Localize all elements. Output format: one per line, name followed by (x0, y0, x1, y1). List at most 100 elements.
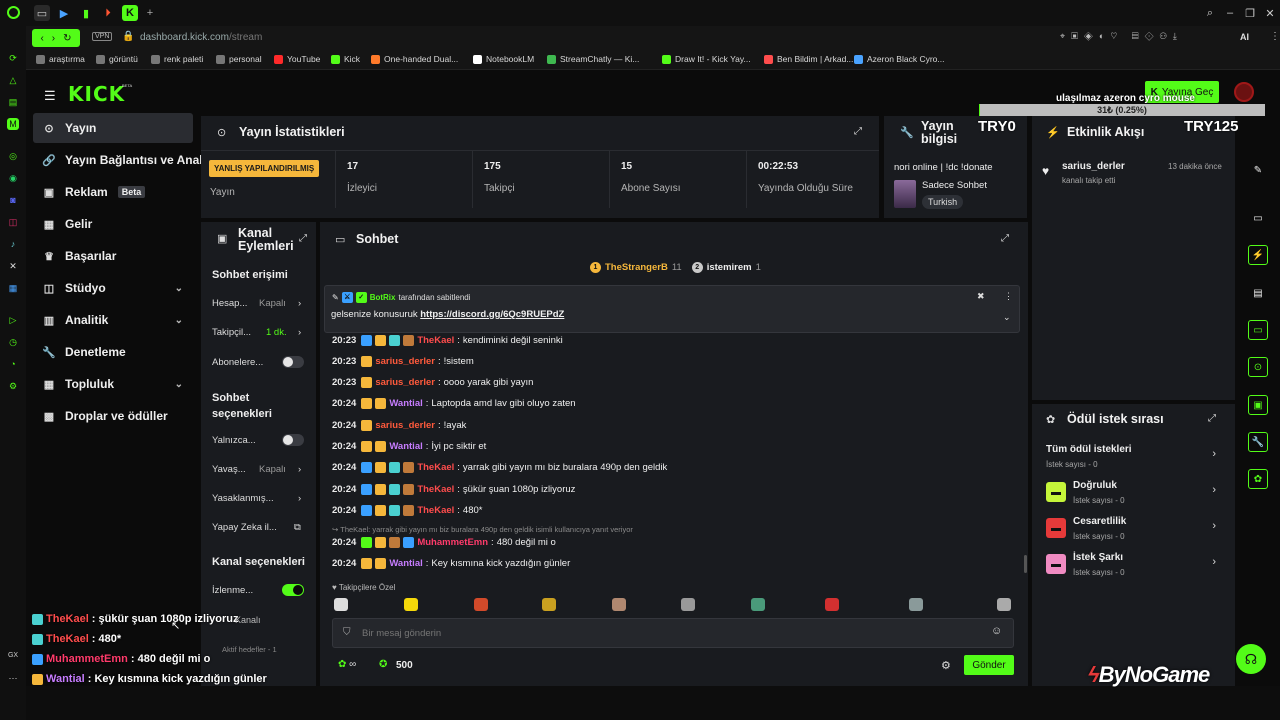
vpn-badge[interactable]: VPN (92, 32, 113, 41)
chat-message[interactable]: 20:24 TheKael: yarrak gibi yayın mı biz bu… (332, 462, 667, 473)
reward-item-truth[interactable]: ▬ Doğruluk İstek sayısı - 0 › (1046, 478, 1226, 508)
bluesky-icon[interactable]: ▦ (7, 282, 19, 294)
option-slow-mode[interactable]: Yavaş... Kapalı › (212, 464, 306, 475)
option-ai-moderation[interactable]: Yapay Zeka il... ⧉ (212, 522, 306, 533)
hamburger-icon[interactable]: ☰ (44, 88, 56, 104)
send-button[interactable]: Gönder (964, 655, 1014, 675)
message-user[interactable]: TheKael (417, 335, 454, 346)
close-window-icon[interactable]: ✕ (1262, 5, 1278, 21)
expand-actions-icon[interactable]: ⤢ (299, 233, 307, 244)
reward-item-song[interactable]: ▬ İstek Şarkı İstek sayısı - 0 › (1046, 550, 1226, 580)
search-icon[interactable]: ⌕ (1202, 5, 1218, 21)
opera-logo-icon[interactable] (7, 6, 20, 19)
emote-icon[interactable] (334, 598, 348, 611)
expand-reward-icon[interactable]: ⤢ (1208, 413, 1216, 424)
gifter-name[interactable]: istemirem (707, 262, 752, 273)
message-user[interactable]: Wantial (389, 398, 422, 409)
emote-icon[interactable] (474, 598, 488, 611)
option-subscribers-only[interactable]: Abonelere... (212, 357, 263, 368)
forward-icon[interactable]: › (52, 33, 55, 44)
bookmark-item[interactable]: Ben Bildim | Arkad... (764, 54, 853, 64)
profile-avatar[interactable] (1234, 82, 1254, 102)
workspace-icon[interactable]: ▤ (7, 96, 19, 108)
expand-stats-icon[interactable]: ⤢ (854, 126, 862, 137)
nav-item-2[interactable]: ▣ Reklam Beta (33, 177, 193, 207)
chat-message[interactable]: 20:24 Wantial: Key kısmına kick yazdığın g… (332, 558, 570, 569)
whatsapp-icon[interactable]: ◉ (7, 172, 19, 184)
option-banned-words[interactable]: Yasaklanmış... › (212, 493, 306, 504)
option-followers-only[interactable]: Takipçil... 1 dk. › (212, 327, 306, 338)
pinned-menu-icon[interactable]: ⋮ (1004, 291, 1013, 302)
pinned-link[interactable]: https://discord.gg/6Qc9RUEPdZ (420, 309, 564, 320)
emote-icon[interactable] (751, 598, 765, 611)
support-icon[interactable]: ☊ (1236, 644, 1266, 674)
info-toolbar-icon[interactable]: 🔧 (1248, 432, 1268, 452)
nav-item-8[interactable]: ▦ Topluluk ⌄ (33, 369, 193, 399)
reload-icon[interactable]: ↻ (63, 33, 71, 44)
nav-item-4[interactable]: ♛ Başarılar (33, 241, 193, 271)
new-tab-icon[interactable]: + (142, 5, 158, 21)
speed-dial-icon[interactable]: ⟳ (7, 52, 19, 64)
tiktok-icon[interactable]: ♪ (7, 238, 19, 250)
emote-icon[interactable] (997, 598, 1011, 611)
gifter-name[interactable]: TheStrangerB (605, 262, 668, 273)
m-app-icon[interactable]: M (7, 118, 19, 130)
chevron-down-icon[interactable]: ⌄ (1003, 312, 1011, 323)
gx-icon[interactable]: GX (7, 650, 19, 662)
channel-points-value[interactable]: 500 (396, 660, 413, 671)
emote-icon[interactable] (681, 598, 695, 611)
chat-message[interactable]: 20:24 TheKael: şükür şuan 1080p izliyoruz (332, 484, 575, 495)
minimize-icon[interactable]: – (1222, 5, 1238, 21)
emote-icon[interactable] (909, 598, 923, 611)
bookmark-item[interactable]: One-handed Dual... (371, 54, 458, 64)
moderation-tools-icon[interactable]: ✿ ∞ (338, 659, 356, 670)
notes-icon[interactable]: ▤ (1248, 283, 1268, 303)
url-field[interactable]: dashboard.kick.com/stream (140, 32, 262, 43)
chat-settings-icon[interactable]: ⚙ (941, 659, 951, 672)
message-user[interactable]: Wantial (389, 558, 422, 569)
chat-message[interactable]: 20:23 sarius_derler: oooo yarak gibi yayın (332, 377, 533, 388)
chatgpt-icon[interactable]: ◎ (7, 150, 19, 162)
emote-icon[interactable] (404, 598, 418, 611)
option-account-age[interactable]: Hesap... Kapalı › (212, 298, 306, 309)
tab-icon-stats[interactable]: ▮ (78, 5, 94, 21)
nav-item-7[interactable]: 🔧 Denetleme (33, 337, 193, 367)
bookmark-item[interactable]: StreamChatly — Ki... (547, 54, 639, 64)
bookmark-item[interactable]: YouTube (274, 54, 320, 64)
nav-item-5[interactable]: ◫ Stüdyo ⌄ (33, 273, 193, 303)
emote-icon[interactable] (542, 598, 556, 611)
player-icon[interactable]: ▷ (7, 314, 19, 326)
emote-icon[interactable] (825, 598, 839, 611)
bookmark-item[interactable]: görüntü (96, 54, 138, 64)
back-icon[interactable]: ‹ (40, 33, 43, 44)
bookmark-item[interactable]: Azeron Black Cyro... (854, 54, 944, 64)
message-user[interactable]: Wantial (389, 441, 422, 452)
nav-item-1[interactable]: 🔗 Yayın Bağlantısı ve Anahtar (33, 145, 222, 175)
chat-message[interactable]: 20:23 TheKael: kendiminki değil seninki (332, 335, 563, 346)
chat-message[interactable]: 20:24 MuhammetEmn:480 değil mi o (332, 537, 556, 548)
tab-icon-kick[interactable]: K (122, 5, 138, 21)
chat-message[interactable]: 20:24 Wantial: İyi pc siktir et (332, 441, 486, 452)
extension-icons[interactable]: ⌖▣◈◐♡ ▤⟐⚇⤓ (1060, 31, 1183, 42)
bookmark-item[interactable]: Kick (331, 54, 360, 64)
bookmark-item[interactable]: araştırma (36, 54, 85, 64)
ai-button[interactable]: AI (1240, 32, 1249, 42)
subscribers-only-toggle[interactable] (282, 356, 304, 368)
message-user[interactable]: TheKael (417, 462, 454, 473)
chat-message[interactable]: 20:24 Wantial: Laptopda amd lav gibi oluyo… (332, 398, 576, 409)
channel-actions-toolbar-icon[interactable]: ▣ (1248, 395, 1268, 415)
watch-count-toggle[interactable] (282, 584, 304, 596)
nav-buttons[interactable]: ‹ › ↻ (32, 29, 80, 47)
x-icon[interactable]: ✕ (7, 260, 19, 272)
settings-icon[interactable]: ⚙ (7, 380, 19, 392)
discord-icon[interactable]: ◙ (7, 194, 19, 206)
nav-item-6[interactable]: ▥ Analitik ⌄ (33, 305, 193, 335)
message-user[interactable]: sarius_derler (375, 377, 435, 388)
nav-item-0[interactable]: ⊙ Yayın (33, 113, 193, 143)
chat-input[interactable] (362, 623, 972, 643)
reward-toolbar-icon[interactable]: ✿ (1248, 469, 1268, 489)
edit-icon[interactable]: ✎ (1248, 160, 1268, 180)
tab-icon-play[interactable]: ▶ (56, 5, 72, 21)
pinned-by-user[interactable]: BotRix (370, 293, 396, 302)
screen-icon[interactable]: ▭ (1248, 208, 1268, 228)
